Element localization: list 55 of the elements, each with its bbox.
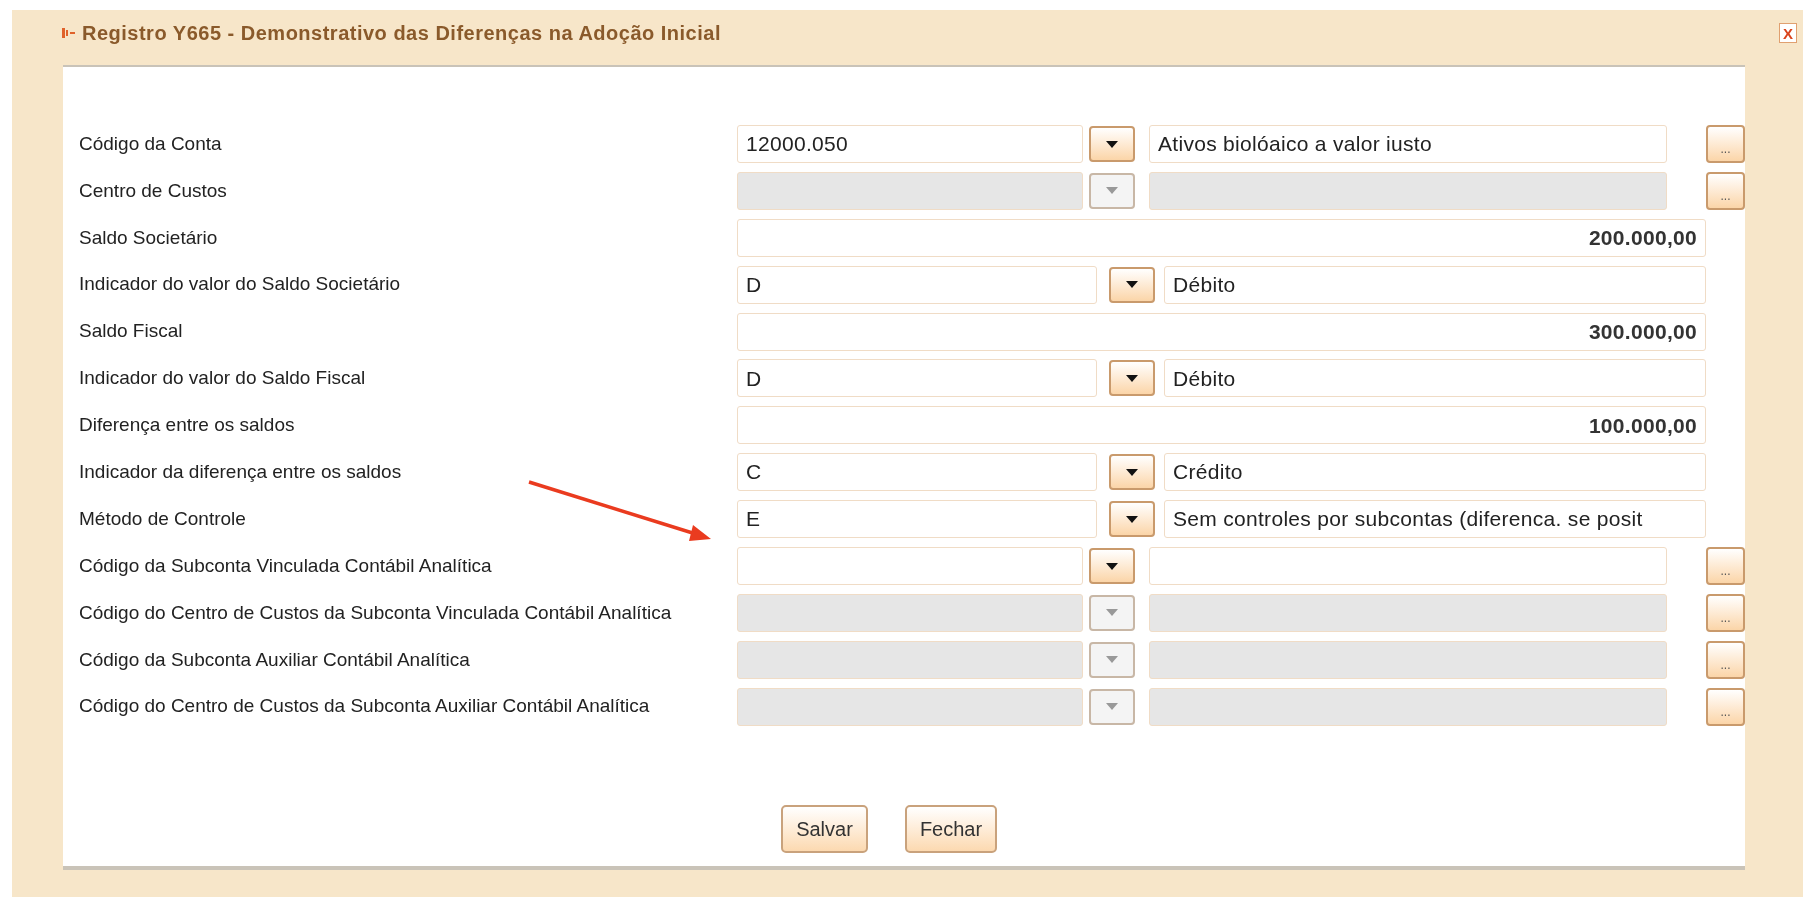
caret-icon bbox=[1126, 468, 1138, 476]
field-label: Saldo Societário bbox=[78, 225, 219, 250]
caret-icon bbox=[1126, 515, 1138, 523]
dropdown-button[interactable] bbox=[1109, 266, 1155, 303]
field-label: Diferença entre os saldos bbox=[78, 413, 296, 438]
caret-icon bbox=[1106, 703, 1118, 711]
dropdown-button[interactable] bbox=[1109, 454, 1155, 491]
input-field[interactable]: Ativos biolóaico a valor iusto bbox=[1149, 125, 1667, 163]
input-field[interactable] bbox=[1149, 547, 1667, 585]
browse-button[interactable]: ... bbox=[1706, 547, 1745, 585]
field-label: Código do Centro de Custos da Subconta Vinculada Contábil Analítica bbox=[78, 600, 673, 625]
input-field[interactable] bbox=[1149, 593, 1667, 632]
dropdown-button[interactable] bbox=[1109, 360, 1155, 397]
caret-icon bbox=[1106, 140, 1118, 148]
input-field[interactable] bbox=[1149, 640, 1667, 679]
field-label: Código da Conta bbox=[78, 131, 223, 156]
field-label: Saldo Fiscal bbox=[78, 319, 184, 344]
input-field[interactable]: C bbox=[737, 453, 1097, 492]
input-field[interactable] bbox=[1149, 687, 1667, 726]
input-field[interactable] bbox=[737, 547, 1083, 585]
field-label: Código da Subconta Vinculada Contábil Analítica bbox=[78, 553, 493, 578]
dropdown-button[interactable] bbox=[1109, 501, 1155, 538]
input-field[interactable]: 200.000,00 bbox=[737, 218, 1706, 257]
caret-icon bbox=[1106, 187, 1118, 195]
dialog-button[interactable]: Fechar bbox=[905, 804, 997, 853]
input-field[interactable]: Débito bbox=[1164, 359, 1706, 398]
input-field[interactable] bbox=[1149, 171, 1667, 210]
input-field[interactable]: 100.000,00 bbox=[737, 406, 1706, 445]
field-label: Indicador do valor do Saldo Societário bbox=[78, 272, 402, 297]
input-field[interactable]: 300.000,00 bbox=[737, 312, 1706, 351]
window-title: Registro Y665 - Demonstrativo das Diferenças na Adoção Inicial bbox=[82, 21, 721, 46]
input-field[interactable]: Crédito bbox=[1164, 453, 1706, 492]
close-button[interactable]: X bbox=[1779, 23, 1797, 43]
bars-icon bbox=[62, 27, 76, 39]
field-label: Indicador da diferença entre os saldos bbox=[78, 460, 403, 484]
field-label: Código do Centro de Custos da Subconta Auxiliar Contábil Analítica bbox=[78, 694, 651, 719]
caret-icon bbox=[1126, 374, 1138, 382]
input-field[interactable]: 12000.050 bbox=[737, 125, 1083, 163]
browse-button[interactable]: ... bbox=[1706, 125, 1745, 163]
dropdown-button[interactable] bbox=[1089, 126, 1135, 162]
input-field[interactable]: E bbox=[737, 500, 1097, 539]
field-label: Indicador do valor do Saldo Fiscal bbox=[78, 366, 367, 391]
input-field[interactable]: D bbox=[737, 265, 1097, 304]
input-field[interactable]: Sem controles por subcontas (diferenca. se posit bbox=[1164, 500, 1706, 539]
caret-icon bbox=[1106, 609, 1118, 617]
dropdown-button[interactable] bbox=[1089, 548, 1135, 584]
input-field[interactable]: Débito bbox=[1164, 265, 1706, 304]
field-label: Código da Subconta Auxiliar Contábil Analítica bbox=[78, 647, 471, 672]
field-label: Método de Controle bbox=[78, 506, 247, 531]
input-field[interactable]: D bbox=[737, 359, 1097, 398]
dialog-button[interactable]: Salvar bbox=[781, 804, 868, 853]
caret-icon bbox=[1106, 656, 1118, 664]
field-label: Centro de Custos bbox=[78, 178, 228, 203]
caret-icon bbox=[1126, 281, 1138, 289]
caret-icon bbox=[1106, 562, 1118, 570]
